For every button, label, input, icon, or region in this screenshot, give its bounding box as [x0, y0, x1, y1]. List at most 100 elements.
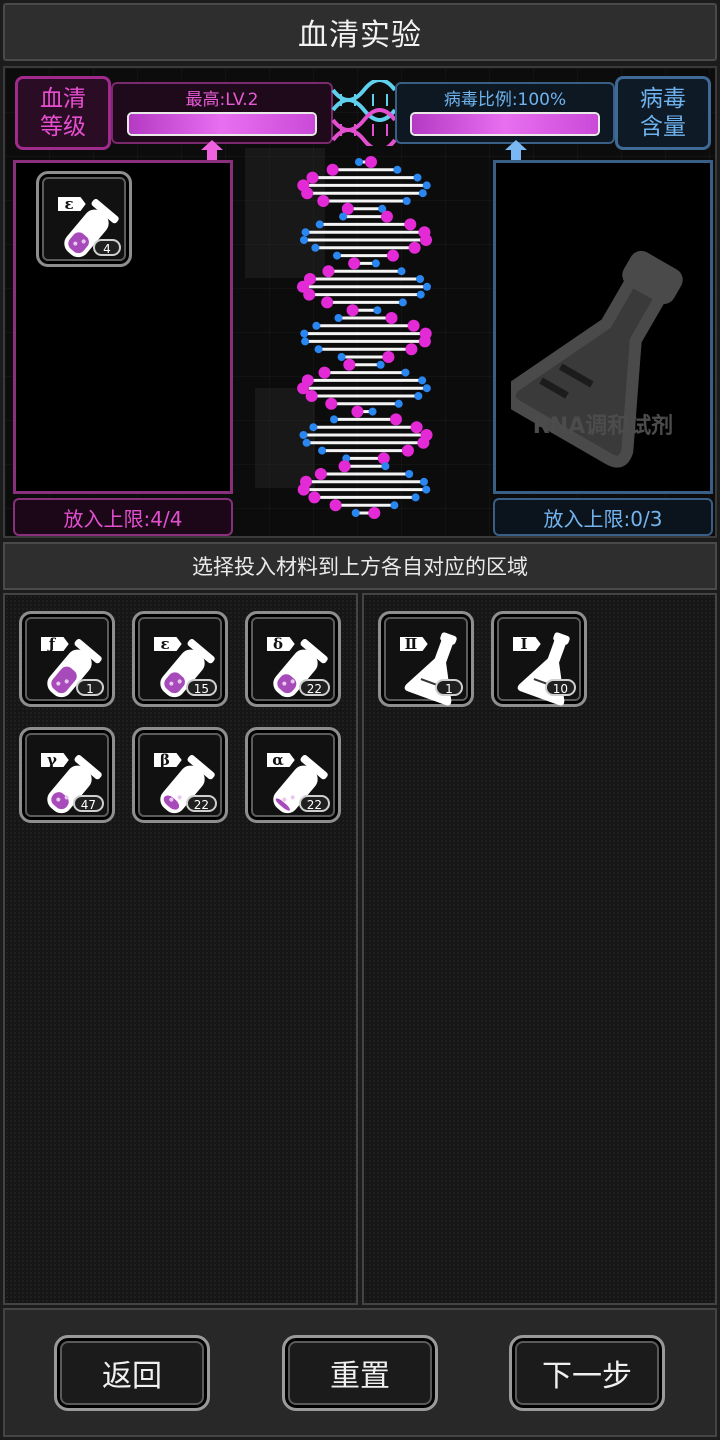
serum-inventory-item[interactable]: β 22 [132, 727, 228, 823]
dna-node [355, 158, 363, 166]
item-count-badge: 1 [435, 679, 463, 696]
back-button[interactable]: 返回 [54, 1335, 210, 1411]
item-count-badge: 10 [544, 679, 576, 696]
dna-node [299, 236, 308, 244]
serum-limit-label: 放入上限:4/4 [13, 498, 233, 536]
dna-node [401, 368, 410, 377]
dna-node [420, 234, 433, 246]
dna-node [422, 181, 431, 190]
dna-node [404, 218, 417, 231]
virus-bar-label: 病毒比例:100% [443, 90, 567, 110]
serum-bar-track [127, 112, 317, 136]
dna-node [338, 460, 351, 473]
dna-node [405, 343, 418, 356]
dna-node [417, 436, 430, 449]
dna-node [408, 241, 421, 254]
dna-node [368, 507, 381, 519]
dna-node [339, 212, 348, 221]
serum-bar-fill [129, 114, 315, 134]
dna-node [308, 491, 321, 504]
virus-limit-label: 放入上限:0/3 [493, 498, 713, 536]
dna-node [373, 306, 382, 315]
dna-node [389, 413, 402, 426]
item-count-badge: 22 [298, 679, 330, 696]
reset-button[interactable]: 重置 [282, 1335, 438, 1411]
test-tube-icon: γ [39, 751, 102, 814]
dna-node [411, 493, 420, 502]
dna-node [334, 314, 343, 322]
dna-node [311, 243, 320, 252]
dna-node [419, 477, 428, 486]
test-tube-icon: ε [152, 635, 215, 698]
reagent-inventory-item[interactable]: Ⅱ1 [378, 611, 474, 707]
dna-node [371, 259, 380, 268]
dna-node [351, 509, 360, 517]
flask-icon: Ⅰ [511, 632, 570, 706]
dna-node [314, 468, 327, 480]
reagent-inventory-item[interactable]: Ⅰ 10 [491, 611, 587, 707]
dna-node [309, 423, 318, 432]
dna-node [380, 210, 393, 223]
dna-node [330, 415, 339, 424]
dna-node [301, 337, 310, 346]
virus-up-arrow-icon [505, 140, 527, 150]
dna-node [329, 499, 342, 512]
dna-node [317, 195, 330, 207]
dna-helix-icon [297, 156, 433, 519]
test-tube-icon: α [265, 751, 328, 814]
placed-serum-item[interactable]: ε4 [36, 171, 132, 267]
test-tube-icon: δ [265, 635, 328, 698]
dna-node [422, 485, 431, 494]
dna-node [306, 171, 319, 184]
dna-node [422, 384, 431, 393]
item-count-badge: 22 [185, 795, 217, 812]
dna-node [416, 275, 425, 283]
test-tube-icon: ε [56, 195, 119, 258]
svg-text:ε: ε [160, 635, 169, 653]
dna-node [351, 405, 364, 418]
dna-node [386, 249, 399, 262]
serum-tag-line1: 血清 [40, 86, 86, 112]
dna-node [376, 360, 385, 369]
virus-bar-track [410, 112, 600, 136]
item-count-badge: 4 [93, 239, 121, 256]
svg-text:ε: ε [64, 195, 73, 213]
serum-drop-zone[interactable]: ε4 [13, 160, 233, 494]
dna-node [346, 304, 359, 317]
virus-tag-line1: 病毒 [640, 86, 686, 112]
svg-text:β: β [160, 751, 170, 769]
item-count-badge: 1 [76, 679, 104, 696]
serum-inventory-item[interactable]: ε 15 [132, 611, 228, 707]
dna-node [326, 163, 339, 176]
dna-node [402, 197, 411, 205]
dna-node [297, 483, 310, 496]
dna-node [315, 220, 324, 229]
dna-node [418, 376, 427, 385]
dna-node [390, 501, 399, 510]
dna-node [303, 288, 316, 301]
dna-node [413, 173, 422, 182]
svg-text:α: α [272, 751, 284, 769]
virus-up-arrow-stem [511, 150, 521, 160]
serum-inventory-item[interactable]: δ 22 [245, 611, 341, 707]
serum-inventory-panel: ƒ 1 ε 15 δ 22 γ 47 β 22 α 22 [3, 593, 358, 1305]
flask-icon [511, 250, 683, 468]
dna-node [368, 407, 377, 416]
dna-node [325, 397, 338, 410]
dna-node [405, 470, 414, 478]
serum-inventory-item[interactable]: γ 47 [19, 727, 115, 823]
serum-inventory-item[interactable]: ƒ1 [19, 611, 115, 707]
dna-node [318, 446, 327, 455]
dna-node [299, 431, 308, 439]
dna-node [305, 390, 318, 402]
dna-node [381, 462, 390, 471]
dna-node [401, 444, 414, 457]
next-step-button[interactable]: 下一步 [509, 1335, 665, 1411]
dna-node [394, 399, 403, 408]
serum-inventory-item[interactable]: α 22 [245, 727, 341, 823]
page-title: 血清实验 [3, 3, 717, 61]
reagent-inventory-panel: Ⅱ 1 Ⅰ 10 [362, 593, 717, 1305]
dna-node [365, 156, 377, 168]
dna-node [407, 319, 420, 332]
dna-node [312, 321, 321, 330]
